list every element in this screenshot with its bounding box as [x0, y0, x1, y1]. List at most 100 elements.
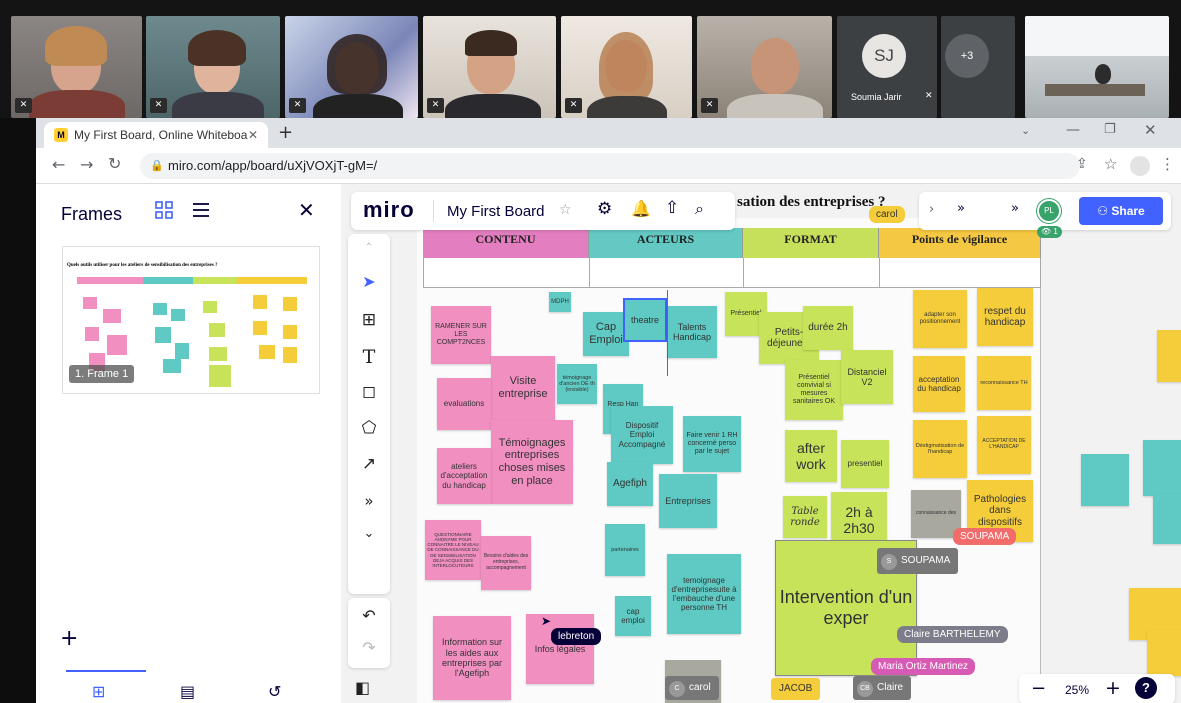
miro-logo[interactable]: miro	[363, 197, 415, 223]
sticky-note[interactable]: Présentiel convivial si mesures sanitair…	[785, 360, 843, 420]
sticky-note[interactable]	[1147, 630, 1181, 676]
video-tile-5[interactable]: ✕	[561, 16, 692, 118]
share-page-icon[interactable]: ⇪	[1076, 156, 1088, 172]
sticky-note[interactable]: MDPH	[549, 292, 571, 312]
add-frame-button[interactable]: +	[60, 626, 78, 651]
shapes-icon[interactable]: ⬠	[348, 418, 390, 438]
sticky-note[interactable]: presentiel	[841, 440, 889, 488]
sticky-note[interactable]: respet du handicap	[977, 288, 1033, 346]
collapse-toolbar-icon[interactable]: ⌃	[348, 242, 390, 253]
search-icon[interactable]: ⌕	[695, 199, 704, 219]
sticky-note[interactable]: partenaires	[605, 524, 645, 576]
sticky-note[interactable]: Visite entreprise	[491, 356, 555, 420]
board-name[interactable]: My First Board	[447, 203, 545, 220]
redo-icon[interactable]: ↷	[348, 638, 390, 657]
sticky-note[interactable]: Besoins d'aides des entreprises, accompa…	[481, 536, 531, 590]
sticky-note[interactable]: adapter son positionnement	[913, 290, 967, 348]
export-icon[interactable]: ⇧	[665, 198, 679, 218]
templates-icon[interactable]: ⊞	[348, 310, 390, 330]
tab-search-icon[interactable]: ⌄	[1021, 124, 1030, 137]
sticky-note[interactable]: Agefiph	[607, 462, 653, 506]
forward-icon[interactable]: →	[80, 155, 93, 174]
grid-view-icon[interactable]	[154, 200, 174, 220]
sticky-note-icon[interactable]: ◻	[348, 382, 390, 402]
bookmark-star-icon[interactable]: ☆	[1104, 155, 1117, 173]
video-tile-more[interactable]: +3	[941, 16, 1015, 118]
url-field[interactable]: 🔒 miro.com/app/board/uXjVOXjT-gM=/	[140, 153, 1080, 179]
zoom-in-icon[interactable]: +	[1105, 677, 1121, 699]
thumb-title: Quels outils utiliser pour les ateliers …	[67, 263, 218, 268]
new-tab-button[interactable]: +	[278, 122, 293, 143]
sticky-note[interactable]: Témoignages entreprises choses mises en …	[491, 420, 573, 504]
sticky-note[interactable]: Dispositif Emploi Accompagné	[611, 406, 673, 464]
video-tile-2[interactable]: ✕	[146, 16, 280, 118]
collapse-icon[interactable]: »	[1011, 201, 1019, 216]
video-tile-3[interactable]: ✕	[285, 16, 418, 118]
more-tools-icon[interactable]: »	[348, 492, 390, 510]
sticky-note[interactable]	[1157, 330, 1181, 382]
star-icon[interactable]: ☆	[559, 202, 572, 218]
sticky-note[interactable]: ACCEPTATION DE L'HANDICAP	[977, 416, 1031, 474]
sticky-note[interactable]: Talents Handicap	[667, 306, 717, 358]
video-tile-1[interactable]: ✕	[11, 16, 142, 118]
profile-icon[interactable]	[1130, 156, 1150, 176]
sticky-note[interactable]: Distanciel V2	[841, 350, 893, 404]
board-canvas[interactable]: sation des entreprises ? CONTENU ACTEURS…	[341, 184, 1181, 703]
menu-dots-icon[interactable]: ⋮	[1160, 155, 1175, 173]
help-icon[interactable]: ?	[1135, 677, 1157, 699]
expand-down-icon[interactable]: »	[957, 201, 965, 216]
zoom-level[interactable]: 25%	[1065, 683, 1089, 697]
sticky-note[interactable]	[1143, 440, 1181, 496]
back-icon[interactable]: ←	[52, 155, 65, 174]
sticky-note[interactable]: Table ronde	[783, 496, 827, 538]
text-tool-icon[interactable]: T	[348, 346, 390, 368]
sticky-note[interactable]: durée 2h	[803, 306, 853, 350]
frames-tab-icon[interactable]: ⊞	[92, 682, 105, 701]
browser-tab[interactable]: M My First Board, Online Whiteboa ✕	[44, 122, 268, 148]
video-tile-self[interactable]	[1025, 16, 1169, 118]
video-tile-4[interactable]: ✕	[423, 16, 556, 118]
sticky-note[interactable]	[1081, 454, 1129, 506]
sticky-note[interactable]: Information sur les aides aux entreprise…	[433, 616, 511, 700]
sticky-note[interactable]: evaluations	[437, 378, 491, 430]
panel-toggle-icon[interactable]: ◧	[355, 678, 370, 697]
minimize-icon[interactable]: —	[1066, 122, 1080, 138]
sticky-note[interactable]: cap emploi	[615, 596, 651, 636]
sticky-note[interactable]: ateliers d'acceptation du handicap	[437, 448, 491, 504]
user-avatar[interactable]: PL	[1037, 199, 1061, 223]
close-sidebar-icon[interactable]: ✕	[298, 198, 315, 222]
video-tile-soumia[interactable]: SJ Soumia Jarir ✕	[837, 16, 937, 118]
chevron-right-icon[interactable]: ›	[929, 202, 934, 217]
notes-tab-icon[interactable]: ▤	[180, 682, 195, 701]
sticky-note[interactable]: QUESTIONNAIRE ANONYME POUR CONNAITRE LE …	[425, 520, 481, 580]
undo-icon[interactable]: ↶	[348, 606, 390, 625]
reload-icon[interactable]: ↻	[108, 154, 121, 173]
settings-icon[interactable]: ⚙	[597, 199, 612, 219]
sticky-note[interactable]: Faire venir 1 RH concerné perso par le s…	[683, 416, 741, 472]
notifications-icon[interactable]: 🔔	[631, 199, 651, 218]
sticky-note[interactable]: acceptation du handicap	[913, 356, 965, 412]
history-tab-icon[interactable]: ↺	[268, 682, 281, 701]
sticky-note[interactable]: Infos légales	[526, 614, 594, 684]
close-tab-icon[interactable]: ✕	[248, 122, 258, 148]
sticky-note[interactable]: after work	[785, 430, 837, 482]
sticky-note[interactable]: reconnaissance TH	[977, 356, 1031, 410]
select-tool-icon[interactable]: ➤	[348, 272, 390, 291]
sticky-note[interactable]: Entreprises	[659, 474, 717, 528]
sticky-note[interactable]: RAMENER SUR LES COMPT2NCES	[431, 306, 491, 364]
sticky-note[interactable]: theatre	[623, 298, 667, 342]
sticky-note[interactable]: Cap Emploi	[583, 312, 629, 356]
share-button[interactable]: ⚇ Share	[1079, 197, 1163, 225]
close-window-icon[interactable]: ✕	[1144, 121, 1157, 139]
expand-tools-icon[interactable]: ⌄	[348, 526, 390, 541]
restore-icon[interactable]: ❐	[1104, 122, 1116, 137]
sticky-note[interactable]: temoignage d'entreprisesuite à l'embauch…	[667, 554, 741, 634]
sticky-note[interactable]: témoignage d'ancien DE th (invisible)	[557, 364, 597, 404]
frame-thumbnail[interactable]: Quels outils utiliser pour les ateliers …	[62, 246, 320, 394]
sticky-note[interactable]	[1153, 494, 1181, 544]
zoom-out-icon[interactable]: −	[1031, 678, 1046, 699]
connector-icon[interactable]: ↗	[348, 454, 390, 474]
list-view-icon[interactable]	[191, 200, 211, 220]
video-tile-6[interactable]: ✕	[697, 16, 832, 118]
sticky-note[interactable]: Déstigmatisation de l'handicap	[913, 420, 967, 478]
